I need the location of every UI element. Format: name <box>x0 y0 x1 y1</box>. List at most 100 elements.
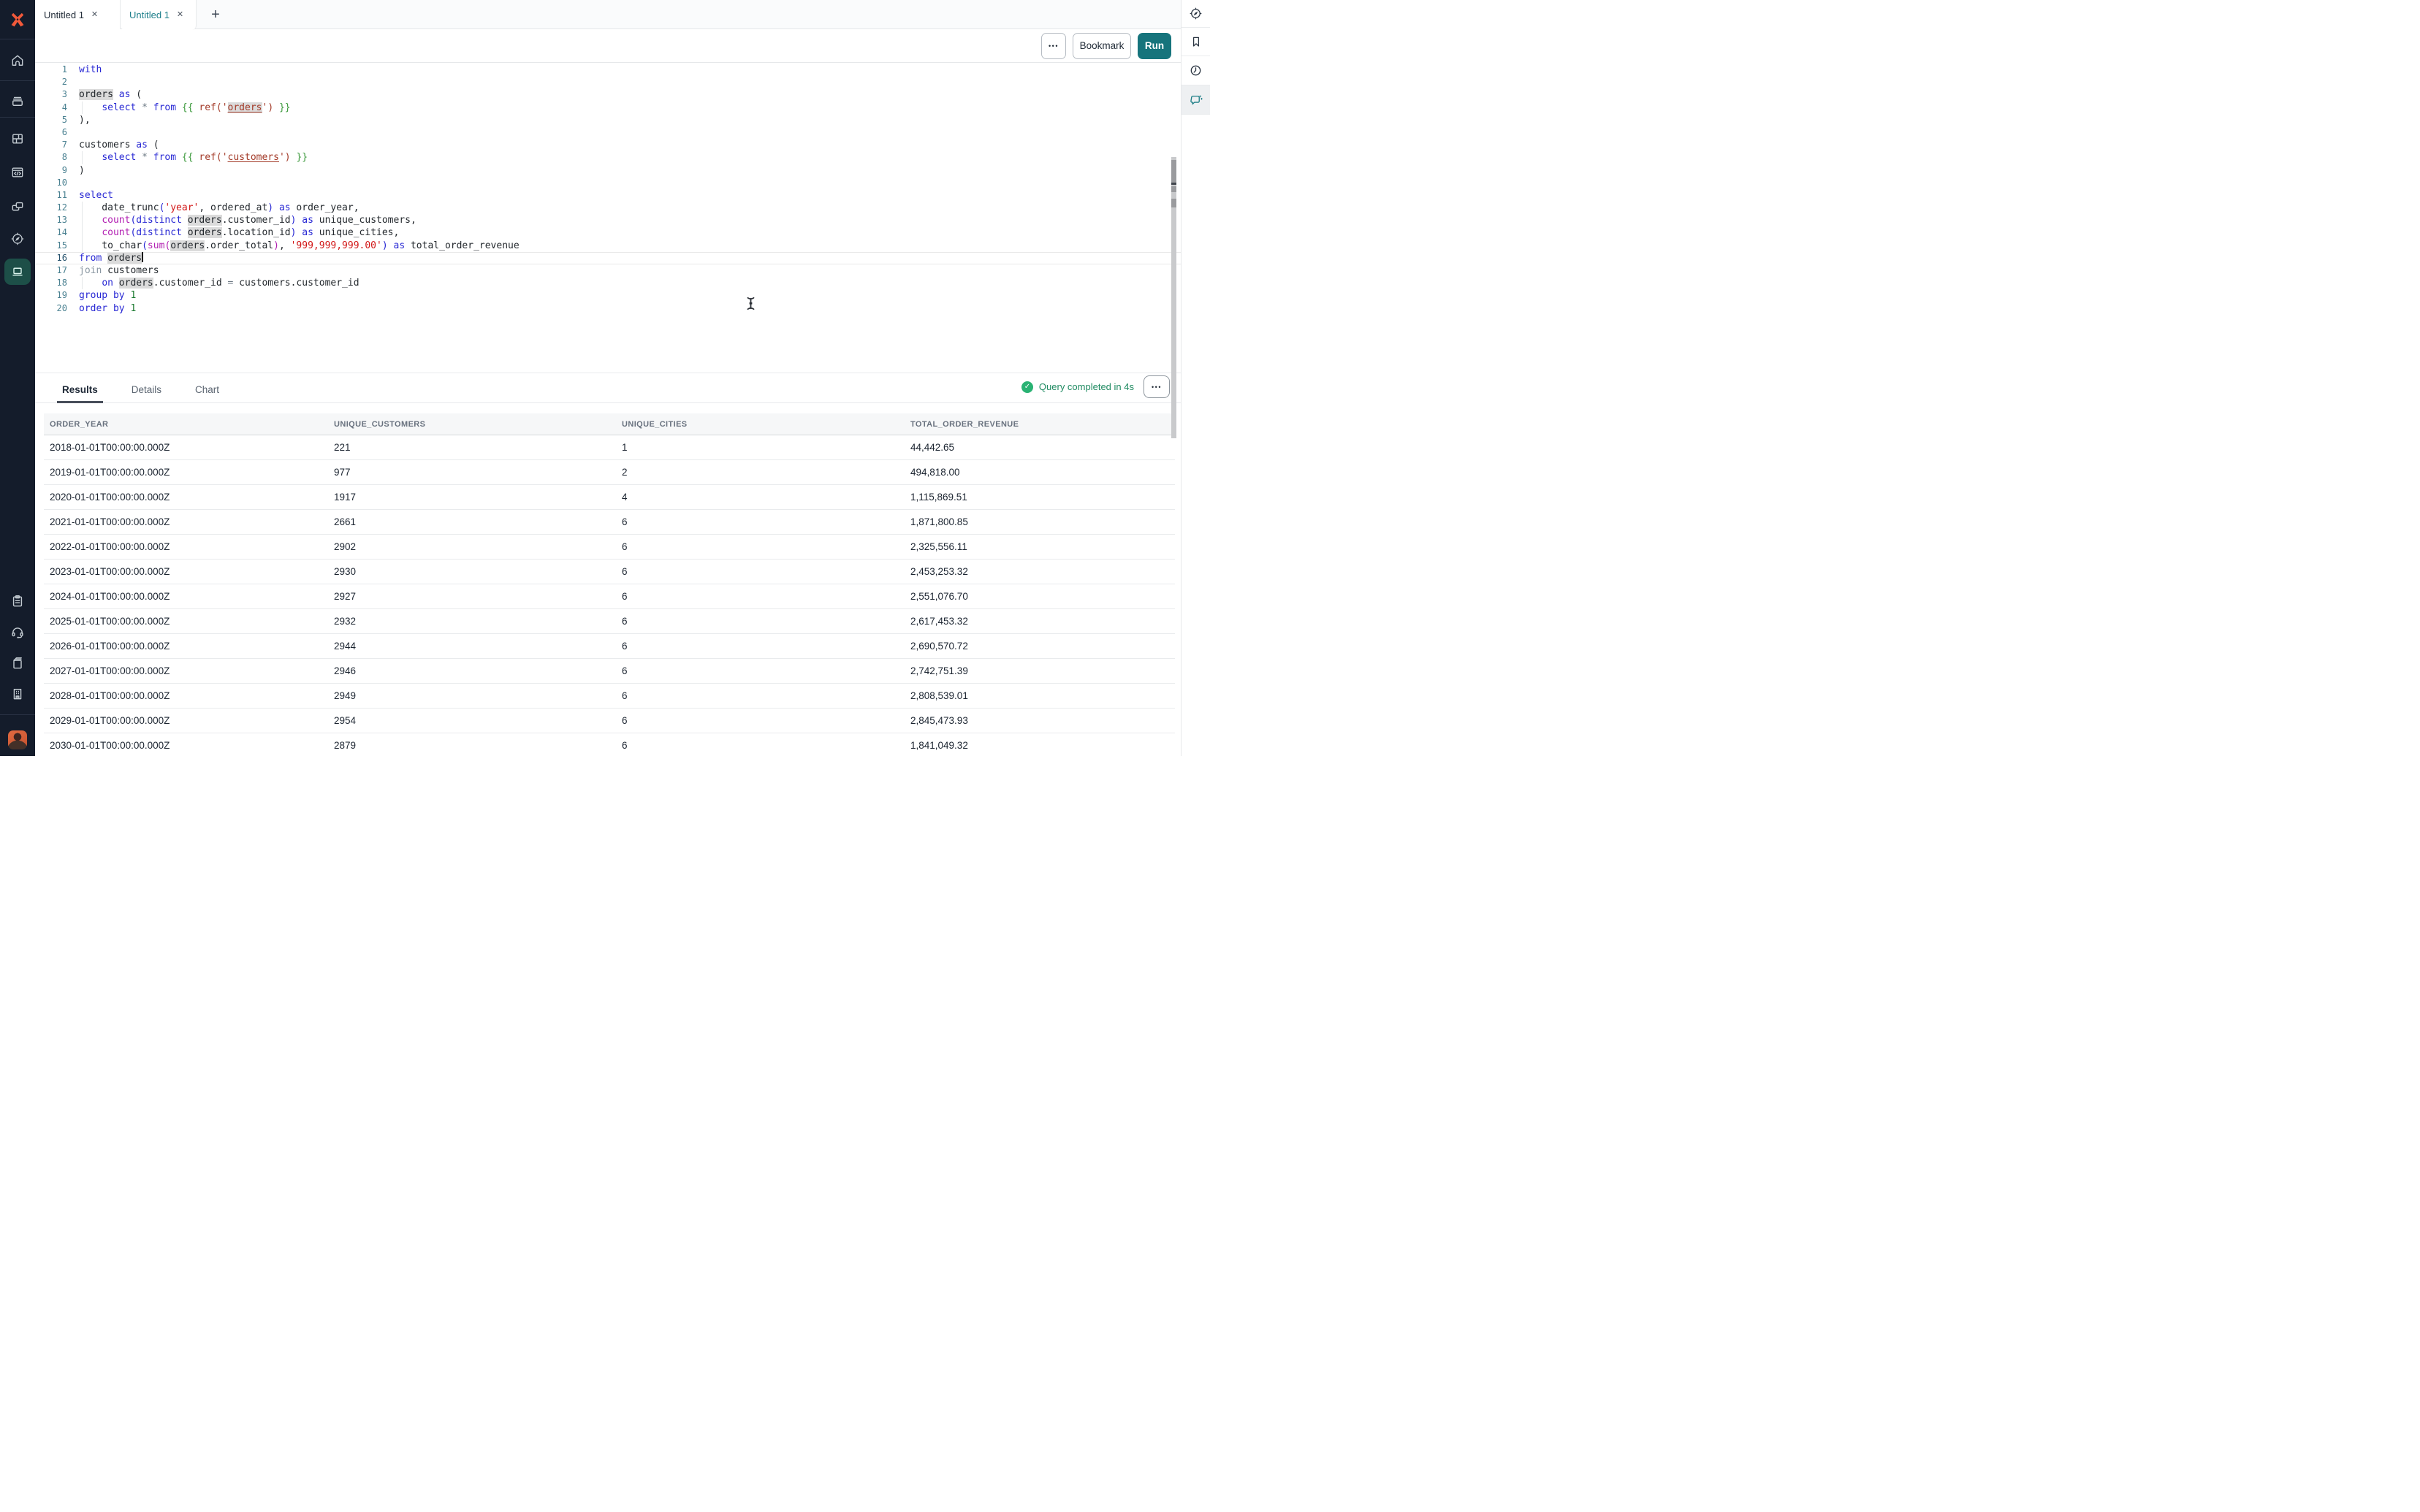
right-rail-explore[interactable] <box>1182 0 1210 28</box>
code-line[interactable]: 18 on orders.customer_id = customers.cus… <box>35 277 1181 289</box>
code-line[interactable]: 11select <box>35 189 1181 202</box>
code-line[interactable]: 10 <box>35 177 1181 189</box>
divider <box>0 714 35 715</box>
table-cell: 6 <box>616 690 905 701</box>
table-row[interactable]: 2026-01-01T00:00:00.000Z294462,690,570.7… <box>44 634 1175 659</box>
code-line[interactable]: 6 <box>35 126 1181 139</box>
code-line[interactable]: 3orders as ( <box>35 88 1181 101</box>
editor-scrollbar[interactable] <box>1171 157 1176 438</box>
sidebar-item-apps[interactable] <box>0 124 35 153</box>
table-row[interactable]: 2018-01-01T00:00:00.000Z221144,442.65 <box>44 435 1175 460</box>
results-more-button[interactable]: ••• <box>1144 375 1170 398</box>
file-tab-1[interactable]: Untitled 1 ✕ <box>35 0 121 29</box>
close-icon[interactable]: ✕ <box>177 11 183 19</box>
table-cell: 2,325,556.11 <box>905 541 1175 552</box>
table-cell: 1 <box>616 442 905 453</box>
table-row[interactable]: 2020-01-01T00:00:00.000Z191741,115,869.5… <box>44 485 1175 510</box>
code-line[interactable]: 17join customers <box>35 264 1181 277</box>
code-line[interactable]: 2 <box>35 76 1181 88</box>
sidebar-item-explore[interactable] <box>0 224 35 253</box>
table-row[interactable]: 2027-01-01T00:00:00.000Z294662,742,751.3… <box>44 659 1175 684</box>
code-line[interactable]: 12 date_trunc('year', ordered_at) as ord… <box>35 202 1181 214</box>
code-line[interactable]: 4 select * from {{ ref('orders') }} <box>35 102 1181 114</box>
table-cell: 2026-01-01T00:00:00.000Z <box>44 641 328 652</box>
code-line[interactable]: 13 count(distinct orders.customer_id) as… <box>35 214 1181 226</box>
clipboard-icon <box>10 594 25 608</box>
table-row[interactable]: 2022-01-01T00:00:00.000Z290262,325,556.1… <box>44 535 1175 560</box>
line-number: 10 <box>35 177 67 189</box>
table-cell: 1,871,800.85 <box>905 516 1175 527</box>
table-cell: 977 <box>328 467 616 478</box>
results-panel: ResultsDetailsChart ✓ Query completed in… <box>35 373 1181 756</box>
scrollbar-marker <box>1171 186 1176 192</box>
table-row[interactable]: 2028-01-01T00:00:00.000Z294962,808,539.0… <box>44 684 1175 709</box>
ai-chat-icon <box>1189 93 1203 107</box>
table-row[interactable]: 2030-01-01T00:00:00.000Z287961,841,049.3… <box>44 733 1175 756</box>
code-line[interactable]: 5), <box>35 114 1181 126</box>
table-cell: 2949 <box>328 690 616 701</box>
add-tab-button[interactable]: + <box>205 4 226 25</box>
sidebar-item-support[interactable] <box>0 618 35 647</box>
laptop-icon <box>10 264 25 279</box>
more-options-button[interactable]: ••• <box>1041 33 1066 59</box>
sidebar-item-terminal[interactable] <box>0 257 35 286</box>
file-tab-2-active[interactable]: Untitled 1 ✕ <box>121 0 197 30</box>
code-line[interactable]: 19group by 1 <box>35 289 1181 302</box>
column-header[interactable]: ORDER_YEAR <box>44 420 328 429</box>
table-row[interactable]: 2023-01-01T00:00:00.000Z293062,453,253.3… <box>44 560 1175 584</box>
sidebar-item-docs[interactable] <box>0 649 35 678</box>
code-line[interactable]: 15 to_char(sum(orders.order_total), '999… <box>35 240 1181 252</box>
table-row[interactable]: 2019-01-01T00:00:00.000Z9772494,818.00 <box>44 460 1175 485</box>
line-number: 9 <box>35 164 67 177</box>
right-rail-ai-chat[interactable] <box>1182 85 1210 115</box>
code-line[interactable]: 8 select * from {{ ref('customers') }} <box>35 151 1181 164</box>
table-cell: 2028-01-01T00:00:00.000Z <box>44 690 328 701</box>
table-cell: 2946 <box>328 665 616 676</box>
tab-chart[interactable]: Chart <box>190 376 224 402</box>
sql-editor[interactable]: 1with23orders as (4 select * from {{ ref… <box>35 63 1181 373</box>
table-cell: 2022-01-01T00:00:00.000Z <box>44 541 328 552</box>
hex-logo[interactable] <box>0 5 35 34</box>
table-cell: 2661 <box>328 516 616 527</box>
code-line[interactable]: 16from orders <box>35 252 1181 264</box>
tab-details[interactable]: Details <box>126 376 167 402</box>
sidebar-item-home[interactable] <box>0 46 35 75</box>
code-line[interactable]: 20order by 1 <box>35 302 1181 315</box>
line-number: 19 <box>35 289 67 302</box>
code-line[interactable]: 7customers as ( <box>35 139 1181 151</box>
bookmark-icon <box>1190 35 1203 48</box>
run-button[interactable]: Run <box>1138 33 1171 59</box>
column-header[interactable]: TOTAL_ORDER_REVENUE <box>905 420 1175 429</box>
table-row[interactable]: 2021-01-01T00:00:00.000Z266161,871,800.8… <box>44 510 1175 535</box>
bookmark-button[interactable]: Bookmark <box>1073 33 1131 59</box>
table-row[interactable]: 2025-01-01T00:00:00.000Z293262,617,453.3… <box>44 609 1175 634</box>
line-number: 8 <box>35 151 67 164</box>
sidebar-item-organization[interactable] <box>0 679 35 709</box>
table-cell: 2932 <box>328 616 616 627</box>
table-cell: 2,551,076.70 <box>905 591 1175 602</box>
table-row[interactable]: 2029-01-01T00:00:00.000Z295462,845,473.9… <box>44 709 1175 733</box>
table-row[interactable]: 2024-01-01T00:00:00.000Z292762,551,076.7… <box>44 584 1175 609</box>
left-sidebar <box>0 0 35 756</box>
code-area: 1with23orders as (4 select * from {{ ref… <box>35 63 1181 315</box>
table-cell: 1,841,049.32 <box>905 740 1175 751</box>
code-line[interactable]: 1with <box>35 64 1181 76</box>
code-line[interactable]: 14 count(distinct orders.location_id) as… <box>35 226 1181 239</box>
table-cell: 6 <box>616 740 905 751</box>
code-line[interactable]: 9) <box>35 164 1181 177</box>
line-number: 13 <box>35 214 67 226</box>
right-rail-bookmark[interactable] <box>1182 28 1210 56</box>
sidebar-item-clipboard[interactable] <box>0 587 35 616</box>
table-cell: 44,442.65 <box>905 442 1175 453</box>
tab-results[interactable]: Results <box>57 376 103 402</box>
sidebar-item-collections[interactable] <box>0 86 35 115</box>
sidebar-item-code-cell[interactable] <box>0 158 35 187</box>
scrollbar-thumb[interactable] <box>1171 160 1176 183</box>
close-icon[interactable]: ✕ <box>91 11 98 19</box>
hex-logo-icon <box>8 10 27 29</box>
column-header[interactable]: UNIQUE_CITIES <box>616 420 905 429</box>
user-avatar[interactable] <box>0 725 35 755</box>
right-rail-history[interactable] <box>1182 56 1210 85</box>
column-header[interactable]: UNIQUE_CUSTOMERS <box>328 420 616 429</box>
sidebar-item-windows[interactable] <box>0 192 35 221</box>
